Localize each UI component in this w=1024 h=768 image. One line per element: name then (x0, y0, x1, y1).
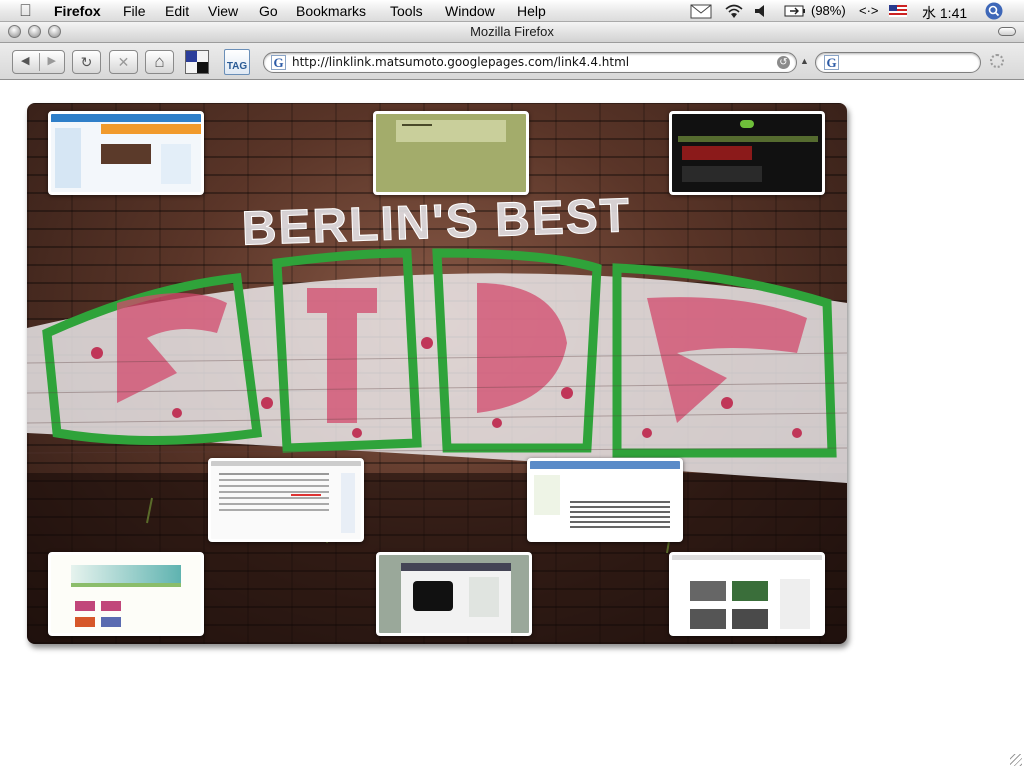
menu-edit[interactable]: Edit (165, 3, 189, 19)
menu-bookmarks[interactable]: Bookmarks (296, 3, 366, 19)
thumb-ink-image (413, 581, 453, 611)
menu-file[interactable]: File (123, 3, 146, 19)
thumb-red-line (291, 494, 321, 496)
thumb-photo (101, 144, 151, 164)
graffiti-berlins-best: BERLIN'S BEST (241, 189, 632, 256)
thumb-text-lines (570, 501, 670, 503)
thumbnail-olive-blog[interactable] (373, 111, 529, 195)
menu-view[interactable]: View (208, 3, 238, 19)
thumb-photo (732, 581, 768, 601)
thumbnail-light-site[interactable] (48, 552, 204, 636)
thumb-image (75, 601, 95, 611)
menubar-clock[interactable]: 水 1:41 (922, 3, 967, 23)
back-forward-segment: ◀ ▶ (12, 50, 65, 74)
back-arrow-icon[interactable]: ◀ (21, 54, 29, 67)
thumb-logo (740, 120, 754, 128)
thumb-header (211, 461, 361, 466)
google-favicon-icon: G (271, 55, 286, 70)
thumb-photo (732, 609, 768, 629)
thumb-sidebar (55, 128, 81, 188)
volume-icon[interactable] (754, 4, 768, 18)
toolbar-toggle-button[interactable] (998, 27, 1016, 36)
spotlight-icon[interactable] (985, 2, 1003, 20)
url-text[interactable]: http://linklink.matsumoto.googlepages.co… (292, 55, 629, 69)
extension-checker-icon[interactable] (185, 50, 209, 74)
menu-app-firefox[interactable]: Firefox (54, 3, 101, 19)
wifi-icon[interactable] (724, 3, 744, 19)
thumbnail-dark-site[interactable] (669, 111, 825, 195)
sync-status[interactable]: <·> (859, 3, 879, 18)
thumbnail-flickr-photos[interactable] (669, 552, 825, 636)
thumb-sidebar (341, 473, 355, 533)
thumbnail-green-gray-site[interactable] (376, 552, 532, 636)
thumb-content (682, 166, 762, 182)
thumb-image (75, 617, 95, 627)
thumb-header (401, 563, 511, 571)
thumb-header (51, 114, 201, 122)
battery-icon[interactable] (784, 5, 806, 17)
reload-icon: ↻ (80, 53, 93, 70)
window-resize-grip[interactable] (1010, 754, 1022, 766)
address-bar[interactable]: G http://linklink.matsumoto.googlepages.… (263, 52, 797, 73)
menu-go[interactable]: Go (259, 3, 278, 19)
thumb-header (530, 461, 680, 469)
reload-button[interactable]: ↻ (72, 50, 101, 74)
thumbnail-blue-site[interactable] (48, 111, 204, 195)
mac-menubar:  Firefox File Edit View Go Bookmarks To… (0, 0, 1024, 22)
stop-button[interactable]: ✕ (109, 50, 138, 74)
window-titlebar: Mozilla Firefox (0, 22, 1024, 43)
home-icon: ⌂ (154, 52, 165, 71)
thumb-nav (71, 583, 181, 587)
mail-icon[interactable] (690, 4, 712, 19)
forward-arrow-icon[interactable]: ▶ (48, 54, 56, 67)
thumb-text-lines (219, 473, 329, 475)
menu-window[interactable]: Window (445, 3, 495, 19)
activity-throbber-icon (990, 54, 1004, 68)
thumbnail-blue-blog[interactable] (527, 458, 683, 542)
thumb-banner (682, 146, 752, 160)
thumbnail-white-text-page[interactable] (208, 458, 364, 542)
thumb-calendar (534, 475, 560, 515)
thumb-sidebar (469, 577, 499, 617)
search-bar[interactable]: G (815, 52, 981, 73)
google-search-icon[interactable]: G (824, 55, 839, 70)
segment-divider (38, 53, 40, 71)
thumb-header (672, 555, 822, 560)
thumb-branch (402, 124, 432, 126)
thumb-sidebar (780, 579, 810, 629)
menu-help[interactable]: Help (517, 3, 546, 19)
thumb-photo (690, 581, 726, 601)
apple-menu-icon[interactable]:  (19, 1, 32, 21)
thumb-banner (101, 124, 201, 134)
home-button[interactable]: ⌂ (145, 50, 174, 74)
menu-tools[interactable]: Tools (390, 3, 423, 19)
thumb-banner (71, 565, 181, 583)
tag-bookmark-icon[interactable]: TAG (224, 49, 250, 75)
window-title: Mozilla Firefox (470, 24, 554, 39)
search-engine-dropdown-icon[interactable]: ▲ (800, 56, 809, 66)
thumb-column (161, 144, 191, 184)
thumb-photo (690, 609, 726, 629)
stop-icon: ✕ (117, 53, 130, 70)
url-go-icon[interactable]: ↺ (777, 56, 790, 69)
thumb-nav (678, 136, 818, 142)
thumb-image (101, 601, 121, 611)
us-flag-icon[interactable] (889, 5, 907, 17)
thumb-image (101, 617, 121, 627)
battery-percent: (98%) (811, 3, 846, 18)
